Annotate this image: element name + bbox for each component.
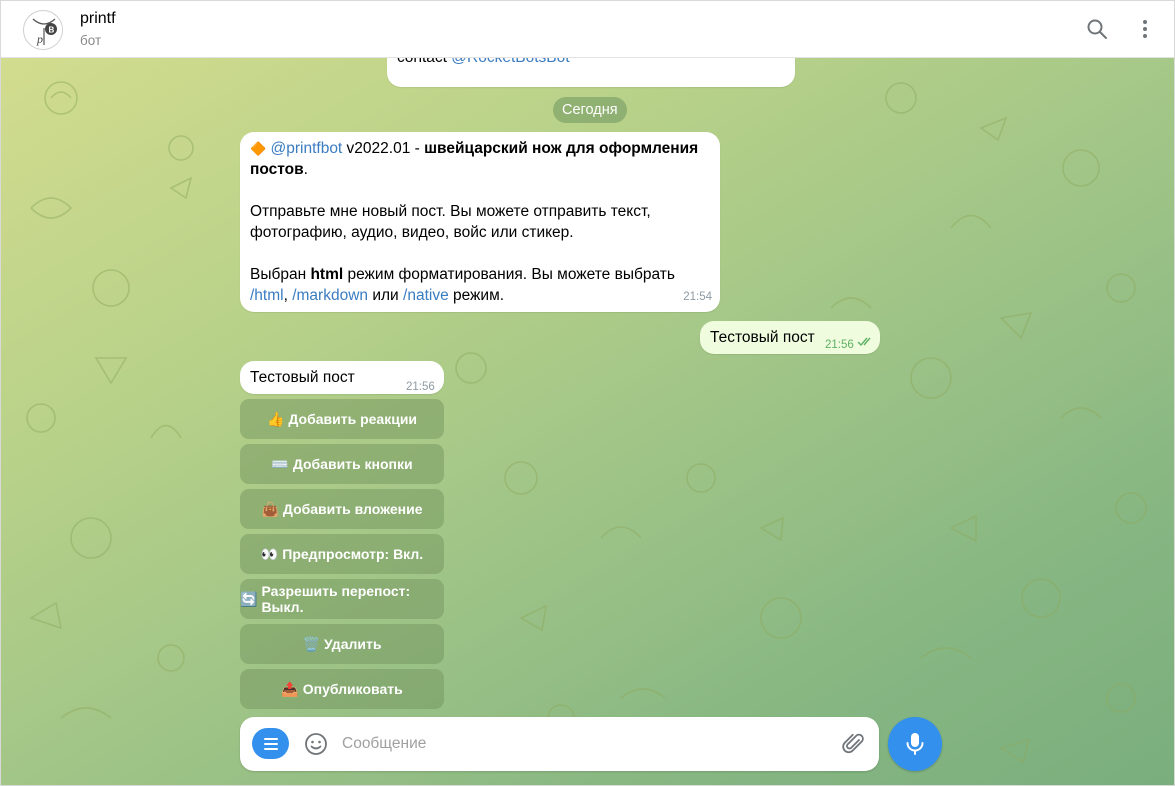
add-buttons-button[interactable]: ⌨️ Добавить кнопки: [240, 444, 444, 484]
bot-reply-text: Тестовый пост: [250, 369, 355, 386]
chat-header: B p printf бот: [1, 1, 1174, 58]
emoji-icon[interactable]: [303, 731, 329, 757]
button-label: Опубликовать: [302, 681, 403, 697]
add-reactions-button[interactable]: 👍 Добавить реакции: [240, 399, 444, 439]
handbag-icon: 👜: [261, 500, 279, 517]
message-time: 21:54: [683, 291, 712, 303]
double-check-icon: [857, 337, 871, 347]
more-options-icon[interactable]: [1132, 16, 1158, 42]
cmd-markdown-link[interactable]: /markdown: [292, 287, 368, 304]
para3-end: режим.: [448, 287, 505, 304]
outbox-icon: 📤: [281, 680, 299, 697]
bot-avatar[interactable]: B p: [23, 10, 63, 50]
previous-message: contact @RocketBotsBot: [387, 58, 795, 87]
allow-forward-toggle-button[interactable]: 🔄 Разрешить перепост: Выкл.: [240, 579, 444, 619]
outgoing-message-time: 21:56: [825, 339, 854, 351]
bot-menu-button[interactable]: [252, 728, 289, 759]
rocketbots-link[interactable]: @RocketBotsBot: [451, 58, 569, 66]
svg-text:B: B: [49, 26, 55, 35]
tagline-end: .: [303, 161, 308, 178]
cmd-html-link[interactable]: /html: [250, 287, 284, 304]
message-composer: [240, 717, 879, 771]
chat-subtitle: бот: [80, 33, 102, 48]
sep2: или: [368, 287, 404, 304]
button-label: Удалить: [323, 636, 382, 652]
sep1: ,: [283, 287, 293, 304]
outgoing-message-text: Тестовый пост: [710, 329, 815, 346]
publish-button[interactable]: 📤 Опубликовать: [240, 669, 444, 709]
chat-title[interactable]: printf: [80, 10, 116, 28]
button-label: Добавить кнопки: [292, 456, 413, 472]
search-icon[interactable]: [1084, 16, 1110, 42]
button-label: Разрешить перепост: Выкл.: [261, 583, 411, 615]
para3-prefix: Выбран: [250, 266, 311, 283]
bot-reply-time: 21:56: [406, 381, 435, 393]
add-attachment-button[interactable]: 👜 Добавить вложение: [240, 489, 444, 529]
button-label: Добавить реакции: [288, 411, 418, 427]
thumbs-up-icon: 👍: [266, 410, 285, 427]
menu-icon: [263, 737, 278, 750]
preview-toggle-button[interactable]: 👀 Предпросмотр: Вкл.: [240, 534, 444, 574]
keyboard-icon: ⌨️: [271, 455, 289, 472]
trash-icon: 🗑️: [302, 635, 320, 652]
bot-handle-link[interactable]: @printfbot: [271, 140, 343, 157]
voice-record-button[interactable]: [888, 717, 942, 771]
repeat-icon: 🔄: [240, 590, 258, 607]
message-input[interactable]: [342, 731, 822, 757]
attach-icon[interactable]: [841, 731, 867, 757]
bot-version: v2022.01 -: [342, 140, 425, 157]
intro-paragraph-2: Отправьте мне новый пост. Вы можете отпр…: [250, 203, 651, 241]
cmd-native-link[interactable]: /native: [403, 287, 449, 304]
svg-text:p: p: [36, 32, 43, 46]
eyes-icon: 👀: [260, 545, 279, 562]
chat-area: contact @RocketBotsBot Сегодня 🔶 @printf…: [1, 58, 1174, 785]
outgoing-message: Тестовый пост 21:56: [700, 321, 880, 354]
button-label: Добавить вложение: [282, 501, 423, 517]
bot-reply-message: Тестовый пост 21:56: [240, 361, 444, 394]
para3-mid: режим форматирования. Вы можете выбрать: [343, 266, 675, 283]
bot-intro-message: 🔶 @printfbot v2022.01 - швейцарский нож …: [240, 132, 720, 312]
diamond-icon: 🔶: [250, 141, 267, 156]
button-label: Предпросмотр: Вкл.: [282, 546, 424, 562]
telegram-window: B p printf бот Сегодня 🔶 @printfbot v202…: [0, 0, 1175, 786]
microphone-icon: [906, 733, 924, 755]
previous-message-text: contact: [397, 58, 451, 66]
delete-button[interactable]: 🗑️ Удалить: [240, 624, 444, 664]
date-separator: Сегодня: [553, 97, 627, 123]
intro-paragraph-3: Выбран html режим форматирования. Вы мож…: [250, 264, 712, 306]
mode-html-bold: html: [310, 266, 344, 283]
